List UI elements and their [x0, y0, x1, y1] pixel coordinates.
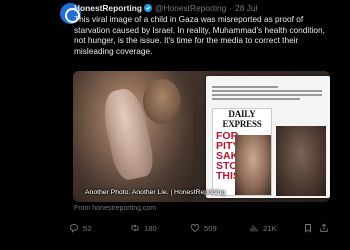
author-handle[interactable]: @HonestReporting: [155, 3, 226, 13]
embedded-photo: [276, 126, 326, 196]
views-count: 21K: [263, 223, 277, 233]
separator-dot: ·: [229, 3, 233, 13]
reply-button[interactable]: 52: [69, 223, 91, 233]
newspaper-cover: DAILY EXPRESS FOR PITY'S SAKE STOP THIS: [212, 108, 272, 196]
link-source[interactable]: From honestreporting.com: [74, 205, 156, 212]
retweet-icon: [131, 224, 139, 232]
author-name[interactable]: HonestReporting: [74, 3, 142, 13]
photo-mother-child: [73, 71, 193, 202]
tweet-actions: 52 180 509 21K: [69, 221, 331, 235]
retweet-button[interactable]: 180: [130, 223, 157, 233]
retweet-count: 180: [144, 223, 157, 233]
verified-badge-icon: [143, 4, 152, 12]
newspaper-title: DAILY EXPRESS: [222, 109, 262, 129]
photo-mother-figure: [143, 79, 181, 124]
media-caption: Another Photo. Another Lie. | HonestRepo…: [85, 189, 226, 196]
like-icon: [190, 224, 200, 233]
bookmark-icon: [305, 224, 311, 233]
tweet-text: This viral image of a child in Gaza was …: [74, 14, 325, 57]
reply-icon: [70, 224, 78, 233]
views-button[interactable]: 21K: [249, 223, 277, 233]
tweet-header: HonestReporting @HonestReporting · 28 Ju…: [74, 2, 257, 14]
embedded-post-text: [212, 86, 322, 102]
tweet-date[interactable]: 28 Jul: [235, 3, 257, 13]
views-icon: [250, 225, 258, 232]
newspaper-photo: [235, 135, 271, 195]
tweet[interactable]: HonestReporting @HonestReporting · 28 Ju…: [14, 0, 336, 250]
share-icon: [320, 223, 328, 233]
bookmark-button[interactable]: [303, 223, 313, 233]
like-count: 509: [204, 223, 217, 233]
share-button[interactable]: [319, 223, 329, 233]
embedded-post-screenshot: DAILY EXPRESS FOR PITY'S SAKE STOP THIS: [206, 76, 330, 198]
tweet-media[interactable]: DAILY EXPRESS FOR PITY'S SAKE STOP THIS …: [73, 71, 330, 202]
reply-count: 52: [83, 223, 92, 233]
like-button[interactable]: 509: [190, 223, 217, 233]
